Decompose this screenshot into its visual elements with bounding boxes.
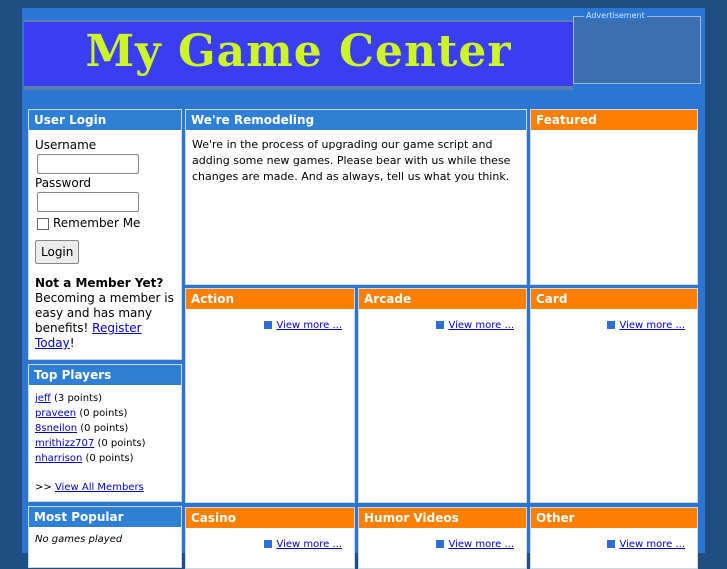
register-suffix: !: [69, 336, 75, 350]
top-players-panel: Top Players jeff (3 points) praveen (0 p…: [28, 364, 182, 502]
bullet-square-icon: [607, 540, 616, 548]
most-popular-title: Most Popular: [29, 507, 181, 527]
most-popular-empty: No games played: [35, 534, 123, 545]
featured-title: Featured: [531, 110, 697, 130]
category-title: Action: [186, 289, 354, 309]
player-row: jeff (3 points): [35, 391, 175, 406]
bullet-square-icon: [264, 540, 273, 548]
player-points: (0 points): [85, 453, 134, 464]
category-panel-action: Action View more ...: [185, 288, 355, 503]
bullet-square-icon: [264, 321, 273, 329]
category-panel-arcade: Arcade View more ...: [358, 288, 527, 503]
player-points: (0 points): [79, 408, 128, 419]
password-label: Password: [35, 176, 92, 190]
user-login-title: User Login: [29, 110, 181, 130]
player-row: nharrison (0 points): [35, 451, 175, 466]
category-title: Casino: [186, 508, 354, 528]
player-points: (3 points): [54, 393, 103, 404]
player-points: (0 points): [97, 438, 146, 449]
login-button[interactable]: Login: [35, 240, 80, 264]
player-link[interactable]: nharrison: [35, 453, 82, 464]
view-more-link[interactable]: View more ...: [448, 320, 514, 331]
player-row: 8sneilon (0 points): [35, 421, 175, 436]
bullet-square-icon: [607, 321, 616, 329]
username-label: Username: [35, 138, 97, 152]
username-field[interactable]: [37, 154, 139, 174]
remodeling-panel: We're Remodeling We're in the process of…: [185, 109, 527, 285]
player-row: praveen (0 points): [35, 406, 175, 421]
bullet-square-icon: [436, 321, 445, 329]
category-title: Other: [531, 508, 697, 528]
bullet-square-icon: [436, 540, 445, 548]
remember-me-checkbox[interactable]: [37, 217, 49, 230]
player-points: (0 points): [80, 423, 129, 434]
category-title: Card: [531, 289, 697, 309]
player-link[interactable]: 8sneilon: [35, 423, 77, 434]
player-link[interactable]: jeff: [35, 393, 51, 404]
advertisement-label: Advertisement: [584, 11, 647, 20]
category-panel-card: Card View more ...: [530, 288, 698, 503]
view-more-link[interactable]: View more ...: [619, 320, 685, 331]
page-container: My Game Center Advertisement User Login …: [22, 8, 705, 569]
not-member-title: Not a Member Yet?: [35, 276, 164, 290]
user-login-panel: User Login Username Password Remember Me…: [28, 109, 182, 360]
player-link[interactable]: mrithizz707: [35, 438, 94, 449]
category-title: Arcade: [359, 289, 526, 309]
password-field[interactable]: [37, 192, 139, 212]
top-players-title: Top Players: [29, 365, 181, 385]
player-row: mrithizz707 (0 points): [35, 436, 175, 451]
category-panel-other: Other View more ...: [530, 507, 698, 569]
view-all-prefix: >>: [35, 482, 55, 493]
site-title: My Game Center: [85, 26, 512, 77]
featured-panel: Featured: [530, 109, 698, 285]
category-title: Humor Videos: [359, 508, 526, 528]
category-panel-humor-videos: Humor Videos View more ...: [358, 507, 527, 569]
advertisement-box[interactable]: Advertisement: [573, 11, 701, 84]
category-panel-casino: Casino View more ...: [185, 507, 355, 569]
remodeling-text: We're in the process of upgrading our ga…: [192, 138, 511, 183]
remember-me-label: Remember Me: [53, 216, 141, 230]
remodeling-title: We're Remodeling: [186, 110, 526, 130]
site-header: My Game Center: [24, 20, 573, 90]
most-popular-panel: Most Popular No games played: [28, 506, 182, 568]
view-more-link[interactable]: View more ...: [276, 320, 342, 331]
player-link[interactable]: praveen: [35, 408, 76, 419]
view-all-members-link[interactable]: View All Members: [55, 482, 144, 493]
